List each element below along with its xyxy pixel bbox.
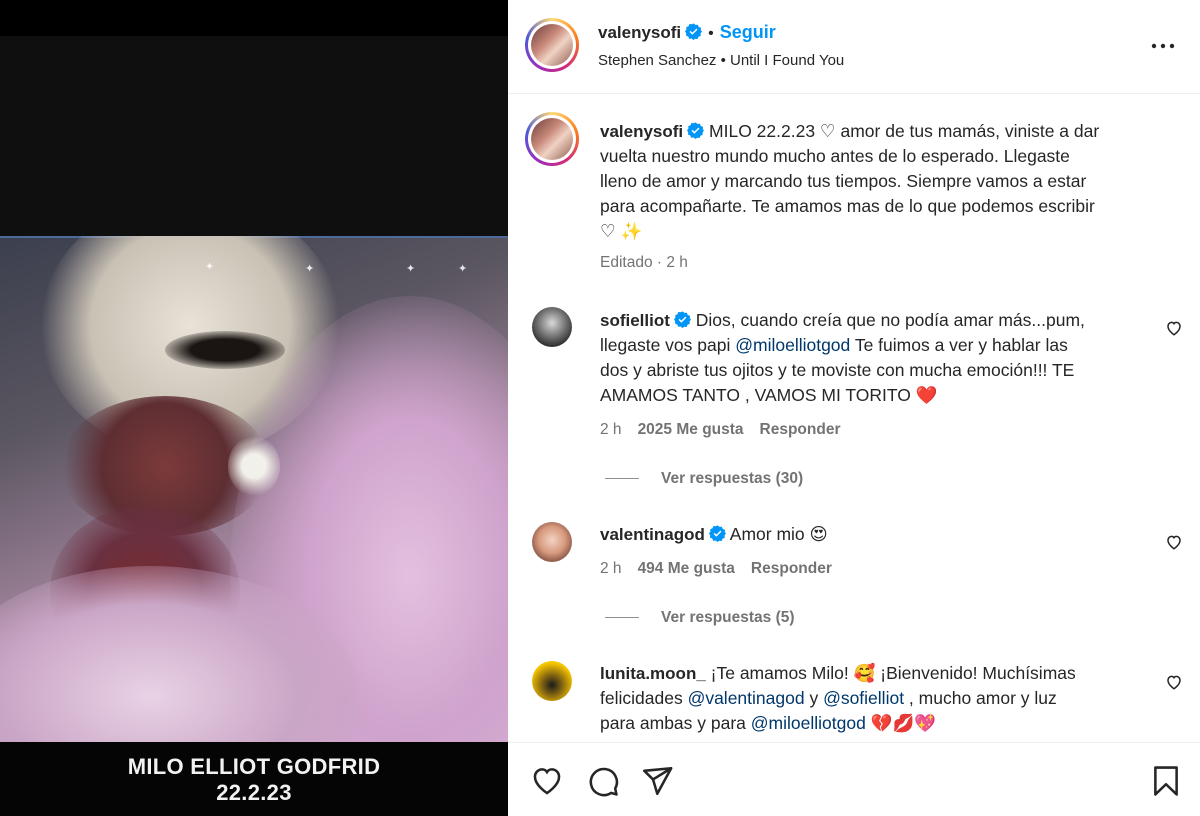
comment-line: y bbox=[804, 688, 824, 708]
caption-text: valenysofi MILO 22.2.23 ♡ amor de tus ma… bbox=[600, 119, 1170, 244]
mention-link[interactable]: @valentinagod bbox=[688, 688, 805, 708]
send-icon[interactable] bbox=[640, 764, 674, 798]
commenter-avatar[interactable] bbox=[532, 307, 572, 347]
comment-like-heart-icon[interactable] bbox=[1165, 533, 1183, 551]
view-replies-button[interactable]: Ver respuestas (30) bbox=[605, 470, 803, 488]
comment-line: , mucho amor y luz bbox=[904, 688, 1057, 708]
verified-badge-icon bbox=[708, 525, 726, 542]
post-sidebar: valenysofi • Seguir Stephen Sanchez • Unti… bbox=[508, 0, 1200, 816]
caption-line: MILO 22.2.23 ♡ amor de tus mamás, vinist… bbox=[709, 121, 1100, 141]
comment-text: sofielliot Dios, cuando creía que no pod… bbox=[600, 308, 1160, 408]
author-username[interactable]: valenysofi bbox=[598, 23, 681, 42]
sparkle-icon: ✦ bbox=[406, 263, 416, 275]
commenter-username[interactable]: valentinagod bbox=[600, 525, 705, 544]
bookmark-icon[interactable] bbox=[1149, 764, 1183, 798]
heart-icon[interactable] bbox=[530, 764, 564, 798]
sparkle-icon: ✦ bbox=[205, 261, 215, 273]
media-caption: MILO ELLIOT GODFRID 22.2.23 bbox=[0, 742, 508, 816]
comment-line: Te fuimos a ver y hablar las bbox=[850, 335, 1068, 355]
header-title-row: valenysofi • Seguir bbox=[598, 22, 776, 43]
view-replies-button[interactable]: Ver respuestas (5) bbox=[605, 609, 795, 627]
commenter-username[interactable]: lunita.moon_ bbox=[600, 664, 706, 683]
verified-badge-icon bbox=[687, 122, 705, 139]
mention-link[interactable]: @sofielliot bbox=[823, 688, 904, 708]
sparkle-icon: ✦ bbox=[305, 263, 315, 275]
view-replies-label: Ver respuestas (30) bbox=[661, 470, 804, 487]
follow-button[interactable]: Seguir bbox=[720, 22, 776, 42]
comment-likes[interactable]: 2025 Me gusta bbox=[638, 421, 744, 438]
comment-line: llegaste vos papi bbox=[600, 335, 736, 355]
commenter-username[interactable]: sofielliot bbox=[600, 311, 670, 330]
author-avatar[interactable] bbox=[525, 18, 579, 72]
comment-line: Amor mio 😍 bbox=[729, 524, 828, 544]
replies-divider bbox=[605, 617, 639, 619]
sparkle-icon: ✦ bbox=[458, 263, 468, 275]
comment-text: valentinagod Amor mio 😍 bbox=[600, 522, 1160, 547]
more-horizontal-icon[interactable] bbox=[1150, 33, 1176, 59]
comment-meta: 2 h 494 Me gusta Responder bbox=[600, 560, 848, 578]
caption-author-avatar[interactable] bbox=[525, 112, 579, 166]
comment-line: AMAMOS TANTO , VAMOS MI TORITO ❤️ bbox=[600, 385, 938, 405]
caption-line: ♡ ✨ bbox=[600, 221, 643, 241]
reply-button[interactable]: Responder bbox=[760, 421, 841, 438]
commenter-avatar[interactable] bbox=[532, 522, 572, 562]
comment-likes[interactable]: 494 Me gusta bbox=[638, 560, 735, 577]
media-caption-name: MILO ELLIOT GODFRID bbox=[127, 754, 381, 779]
comment-time: 2 h bbox=[600, 560, 622, 577]
post-header: valenysofi • Seguir Stephen Sanchez • Unti… bbox=[508, 0, 1200, 94]
post-actions-bar bbox=[508, 742, 1200, 816]
caption-line: vuelta nuestro mundo mucho antes de lo e… bbox=[600, 146, 1070, 166]
reply-button[interactable]: Responder bbox=[751, 560, 832, 577]
comment-line: ¡Te amamos Milo! 🥰 ¡Bienvenido! Muchísim… bbox=[710, 663, 1076, 683]
caption-username[interactable]: valenysofi bbox=[600, 122, 683, 141]
replies-divider bbox=[605, 478, 639, 480]
comment-like-heart-icon[interactable] bbox=[1165, 319, 1183, 337]
comment-line: Dios, cuando creía que no podía amar más… bbox=[695, 310, 1085, 330]
media-top-bar bbox=[0, 0, 508, 36]
media-caption-date: 22.2.23 bbox=[216, 780, 292, 805]
caption-meta: Editado · 2 h bbox=[600, 254, 688, 271]
commenter-avatar[interactable] bbox=[532, 661, 572, 701]
baby-photo: ✦ ✦ ✦ ✦ bbox=[0, 236, 508, 742]
separator-dot: • bbox=[708, 25, 714, 42]
comment-line: felicidades bbox=[600, 688, 688, 708]
verified-badge-icon bbox=[685, 23, 703, 40]
comment-meta: 2 h 2025 Me gusta Responder bbox=[600, 421, 857, 439]
post-media[interactable]: ✦ ✦ ✦ ✦ MILO ELLIOT GODFRID 22.2.23 bbox=[0, 0, 508, 816]
comment-line: 💔💋💖 bbox=[865, 713, 937, 733]
comment-icon[interactable] bbox=[586, 764, 620, 798]
view-replies-label: Ver respuestas (5) bbox=[661, 609, 795, 626]
comment-line: para ambas y para bbox=[600, 713, 751, 733]
comment-text: lunita.moon_ ¡Te amamos Milo! 🥰 ¡Bienven… bbox=[600, 661, 1160, 736]
mention-link[interactable]: @miloelliotgod bbox=[735, 335, 850, 355]
mention-link[interactable]: @miloelliotgod bbox=[751, 713, 866, 733]
comment-line: dos y abriste tus ojitos y te moviste co… bbox=[600, 360, 1075, 380]
comment-time: 2 h bbox=[600, 421, 622, 438]
audio-track[interactable]: Stephen Sanchez • Until I Found You bbox=[598, 52, 844, 69]
caption-line: para acompañarte. Te amamos mas de lo qu… bbox=[600, 196, 1095, 216]
caption-line: lleno de amor y marcando tus tiempos. Si… bbox=[600, 171, 1087, 191]
comment-like-heart-icon[interactable] bbox=[1165, 673, 1183, 691]
verified-badge-icon bbox=[673, 311, 691, 328]
media-dark-area bbox=[0, 36, 508, 236]
